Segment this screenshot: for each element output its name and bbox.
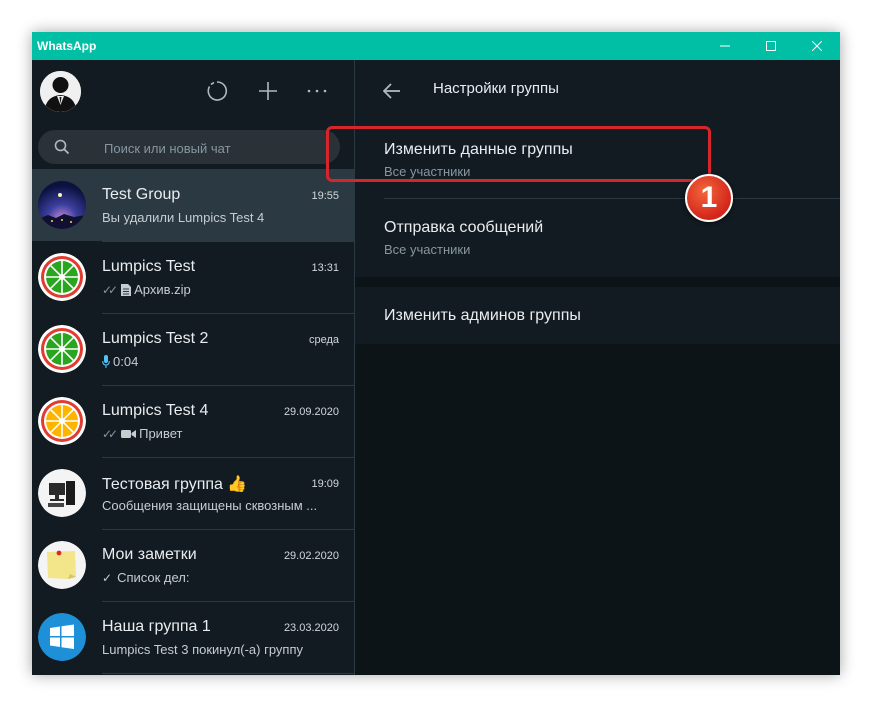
chat-time: 13:31 xyxy=(311,262,339,274)
chat-preview-text: Сообщения защищены сквозным ... xyxy=(102,498,318,513)
chat-item-lumpics-test[interactable]: Lumpics Test 13:31 ✓✓ Архив.zip xyxy=(32,241,354,314)
chat-body: Мои заметки 29.02.2020 ✓ Список дел: xyxy=(102,529,354,602)
chat-preview: Сообщения защищены сквозным ... xyxy=(102,498,342,513)
chat-preview-text: 0:04 xyxy=(113,354,139,369)
orange-slice-avatar xyxy=(38,397,86,445)
close-icon xyxy=(812,41,822,51)
edit-group-admins-setting[interactable]: Изменить админов группы xyxy=(355,287,840,344)
setting-value: Все участники xyxy=(384,242,471,257)
window-title: WhatsApp xyxy=(37,39,97,53)
double-check-icon: ✓✓ xyxy=(102,426,118,441)
settings-group-permissions: Изменить данные группы Все участники Отп… xyxy=(355,122,840,277)
chat-preview-text: Привет xyxy=(139,426,183,441)
chat-name: Test Group xyxy=(102,186,181,203)
chat-name: Lumpics Test 4 xyxy=(102,402,209,419)
settings-group-admins: Изменить админов группы xyxy=(355,287,840,344)
step-badge: 1 xyxy=(685,174,733,222)
chat-item-our-group-1[interactable]: Наша группа 1 23.03.2020 Lumpics Test 3 … xyxy=(32,601,354,674)
chat-body: Наша группа 1 23.03.2020 Lumpics Test 3 … xyxy=(102,601,354,674)
more-options-icon xyxy=(307,89,327,93)
chat-preview-text: Архив.zip xyxy=(134,282,191,297)
chat-item-my-notes[interactable]: Мои заметки 29.02.2020 ✓ Список дел: xyxy=(32,529,354,602)
chat-item-lumpics-test-2[interactable]: Lumpics Test 2 среда 0:04 xyxy=(32,313,354,386)
chat-preview: Вы удалили Lumpics Test 4 xyxy=(102,210,342,225)
computer-avatar xyxy=(38,469,86,517)
new-chat-button[interactable] xyxy=(255,78,281,104)
back-arrow-icon xyxy=(383,83,400,99)
check-icon: ✓ xyxy=(102,570,113,585)
profile-avatar[interactable] xyxy=(40,71,81,112)
chat-name: Lumpics Test 2 xyxy=(102,330,209,347)
maximize-button[interactable] xyxy=(748,32,794,60)
lime-slice-avatar xyxy=(38,325,86,373)
chat-body: Test Group 19:55 Вы удалили Lumpics Test… xyxy=(102,169,354,242)
app-window: WhatsApp Поиск или новый чат Test Group … xyxy=(32,32,840,675)
chat-time: 19:09 xyxy=(311,478,339,490)
back-button[interactable] xyxy=(379,78,405,104)
edit-group-info-setting[interactable]: Изменить данные группы Все участники xyxy=(355,122,840,199)
chat-preview-text: Lumpics Test 3 покинул(-а) группу xyxy=(102,642,304,657)
chat-preview-text: Список дел: xyxy=(117,570,190,585)
sidebar-header xyxy=(32,60,354,122)
setting-label: Изменить админов группы xyxy=(384,307,581,324)
chat-time: 19:55 xyxy=(311,190,339,202)
chat-time: среда xyxy=(308,334,339,346)
chat-preview: Lumpics Test 3 покинул(-а) группу xyxy=(102,642,342,657)
document-icon xyxy=(121,283,132,296)
chat-sidebar: Test Group 19:55 Вы удалили Lumpics Test… xyxy=(32,60,355,675)
page-title: Настройки группы xyxy=(433,80,559,97)
chat-item-test-group-ru[interactable]: Тестовая группа 👍 19:09 Сообщения защище… xyxy=(32,457,354,530)
chat-body: Тестовая группа 👍 19:09 Сообщения защище… xyxy=(102,457,354,530)
chat-preview: ✓✓ Привет xyxy=(102,426,342,441)
microphone-icon xyxy=(102,355,110,368)
setting-label: Изменить данные группы xyxy=(384,141,573,158)
chat-item-test-group[interactable]: Test Group 19:55 Вы удалили Lumpics Test… xyxy=(32,169,354,242)
chat-preview-text: Вы удалили Lumpics Test 4 xyxy=(102,210,265,225)
setting-label: Отправка сообщений xyxy=(384,219,544,236)
chat-time: 29.09.2020 xyxy=(283,406,339,418)
chat-body: Lumpics Test 13:31 ✓✓ Архив.zip xyxy=(102,241,354,314)
send-messages-setting[interactable]: Отправка сообщений Все участники xyxy=(355,199,840,277)
double-check-icon: ✓✓ xyxy=(102,282,118,297)
maximize-icon xyxy=(766,41,776,51)
plus-icon xyxy=(259,82,277,100)
chat-preview: ✓✓ Архив.zip xyxy=(102,282,342,297)
status-icon xyxy=(207,81,228,101)
chat-name: Наша группа 1 xyxy=(102,618,211,635)
chat-item-lumpics-test-4[interactable]: Lumpics Test 4 29.09.2020 ✓✓ Привет xyxy=(32,385,354,458)
chat-preview: ✓ Список дел: xyxy=(102,570,342,585)
group-settings-panel: Настройки группы Изменить данные группы … xyxy=(355,60,840,675)
close-button[interactable] xyxy=(794,32,840,60)
night-sky-avatar xyxy=(38,181,86,229)
search-input[interactable] xyxy=(102,130,326,166)
chat-body: Lumpics Test 4 29.09.2020 ✓✓ Привет xyxy=(102,385,354,458)
chat-name: Lumpics Test xyxy=(102,258,196,275)
minimize-button[interactable] xyxy=(702,32,748,60)
chat-name: Мои заметки xyxy=(102,546,197,563)
sticky-note-avatar xyxy=(38,541,86,589)
minimize-icon xyxy=(720,45,730,47)
title-bar: WhatsApp xyxy=(32,32,840,60)
windows-logo-avatar xyxy=(38,613,86,661)
video-camera-icon xyxy=(121,429,137,439)
menu-button[interactable] xyxy=(304,78,330,104)
chat-preview: 0:04 xyxy=(102,354,342,369)
chat-time: 23.03.2020 xyxy=(283,622,339,634)
setting-value: Все участники xyxy=(384,164,471,179)
settings-header: Настройки группы xyxy=(355,60,840,122)
chat-name: Тестовая группа 👍 xyxy=(102,476,248,493)
chat-list: Test Group 19:55 Вы удалили Lumpics Test… xyxy=(32,169,354,674)
lime-slice-avatar xyxy=(38,253,86,301)
status-button[interactable] xyxy=(204,78,230,104)
search-icon xyxy=(54,139,70,160)
search-bar[interactable] xyxy=(38,130,340,166)
window-controls xyxy=(702,32,840,60)
chat-body: Lumpics Test 2 среда 0:04 xyxy=(102,313,354,386)
chat-time: 29.02.2020 xyxy=(283,550,339,562)
